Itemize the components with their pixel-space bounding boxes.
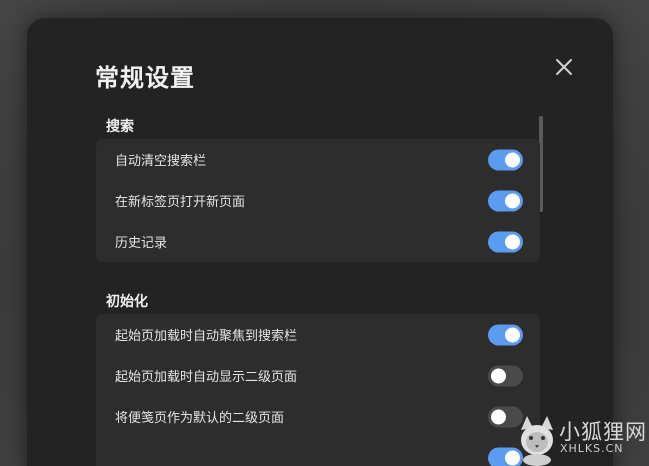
auto-clear-toggle[interactable] [488,149,523,170]
toggle-knob [505,193,520,208]
setting-label: 将便笺页作为默认的二级页面 [115,411,285,426]
setting-row-history: 历史记录 [96,221,540,262]
show-secondary-toggle[interactable] [488,365,523,386]
setting-label: 起始页加载时自动聚焦到搜索栏 [115,329,298,344]
section-title-search: 搜索 [106,119,134,135]
close-icon[interactable] [551,54,577,80]
setting-row-autofocus: 起始页加载时自动聚焦到搜索栏 [96,314,540,355]
init-settings-card: 起始页加载时自动聚焦到搜索栏 起始页加载时自动显示二级页面 将便笺页作为默认的二… [96,314,540,466]
section-title-init: 初始化 [106,294,148,310]
toggle-knob [505,234,520,249]
toggle-knob [505,152,520,167]
setting-label: 起始页加载时自动显示二级页面 [115,370,298,385]
setting-label: 历史记录 [115,236,168,251]
setting-row-notes-default: 将便笺页作为默认的二级页面 [96,396,540,437]
dialog-title: 常规设置 [95,64,195,92]
watermark: 小狐狸网 XHLKS.CN [515,412,649,466]
setting-row-auto-clear: 自动清空搜索栏 [96,139,540,180]
autofocus-toggle[interactable] [488,324,523,345]
new-tab-toggle[interactable] [488,190,523,211]
setting-row-new-tab: 在新标签页打开新页面 [96,180,540,221]
setting-label: 在新标签页打开新页面 [115,195,246,210]
general-settings-dialog: 常规设置 搜索 自动清空搜索栏 在新标签页打开新页面 历史记录 初始化 起始页加… [27,18,613,466]
search-settings-card: 自动清空搜索栏 在新标签页打开新页面 历史记录 [96,139,540,262]
toggle-knob [491,409,506,424]
setting-row-show-secondary: 起始页加载时自动显示二级页面 [96,355,540,396]
setting-row-partial [96,437,540,466]
setting-label: 自动清空搜索栏 [115,154,207,169]
toggle-knob [505,327,520,342]
watermark-text-en: XHLKS.CN [560,442,624,455]
toggle-knob [491,368,506,383]
history-toggle[interactable] [488,231,523,252]
